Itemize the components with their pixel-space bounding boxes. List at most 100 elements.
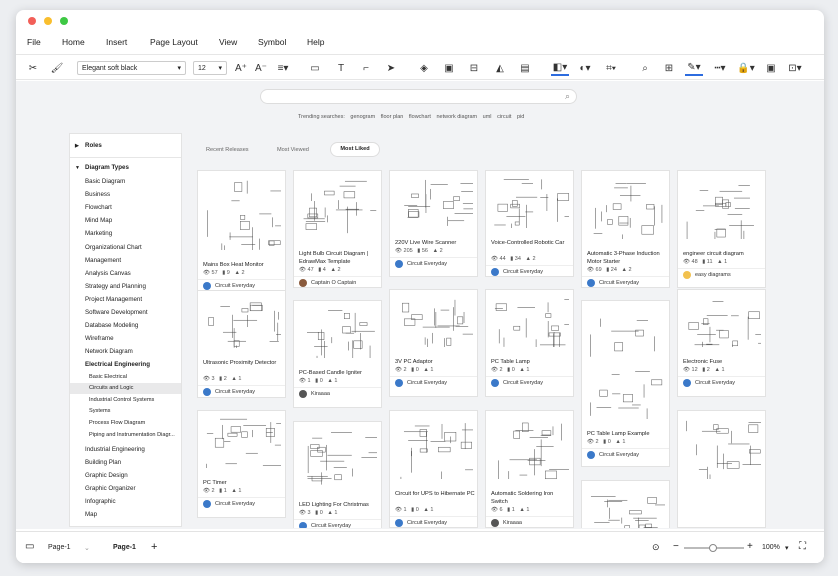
tab-recent-releases[interactable]: Recent Releases — [206, 147, 249, 153]
zoom-level[interactable]: 100% — [762, 544, 780, 551]
sidebar-roles[interactable]: Roles — [85, 142, 102, 149]
chevron-down-icon[interactable]: ⌄ — [84, 544, 90, 552]
template-author[interactable]: Circuit Everyday — [395, 519, 447, 527]
template-card[interactable]: Ultrasonic Proximity Detector 👁 3 ▮ 2 ▲ … — [197, 290, 286, 398]
sidebar-item[interactable]: Database Modeling — [85, 322, 138, 329]
template-card[interactable]: PC Table Lamp 👁 2 ▮ 0 ▲ 1 Circuit Everyda… — [485, 289, 574, 397]
template-card[interactable]: Voice-Controlled Robotic Car 👁 44 ▮ 34 ▲… — [485, 170, 574, 277]
fullscreen-icon[interactable]: ⛶ — [799, 541, 806, 552]
menu-help[interactable]: Help — [307, 37, 324, 47]
template-title[interactable]: 3V PC Adaptor — [395, 358, 475, 366]
template-title[interactable]: PC-Based Candle Igniter — [299, 369, 379, 377]
sidebar-item[interactable]: Industrial Engineering — [85, 446, 145, 453]
page-panel-icon[interactable]: ▭ — [25, 541, 34, 552]
sidebar-item[interactable]: Software Development — [85, 309, 148, 316]
template-author[interactable]: Kiraaaa — [491, 519, 522, 527]
flip-icon[interactable]: ◭ — [493, 60, 507, 76]
trending-link[interactable]: pid — [517, 114, 524, 120]
minimize-window-button[interactable] — [44, 17, 52, 25]
trending-link[interactable]: uml — [483, 114, 492, 120]
template-author[interactable]: Circuit Everyday — [395, 379, 447, 387]
template-author[interactable]: Circuit Everyday — [683, 379, 735, 387]
template-card[interactable]: Automatic Soldering Iron Switch 👁 6 ▮ 1 … — [485, 410, 574, 528]
sidebar-item[interactable]: Strategy and Planning — [85, 283, 146, 290]
sidebar-subitem[interactable]: Industrial Control Systems — [89, 397, 154, 403]
format-painter-icon[interactable]: 🖌 — [50, 60, 64, 76]
more-icon[interactable]: ⊡▾ — [786, 60, 804, 76]
increase-font-icon[interactable]: A⁺ — [234, 60, 248, 76]
sidebar-item[interactable]: Electrical Engineering — [85, 361, 150, 368]
tab-most-liked[interactable]: Most Liked — [330, 142, 380, 157]
trending-link[interactable]: network diagram — [436, 114, 477, 120]
template-title[interactable]: PC Table Lamp — [491, 358, 571, 366]
rectangle-icon[interactable]: ▭ — [308, 60, 322, 76]
types-caret-icon[interactable]: ▼ — [75, 165, 80, 171]
template-card[interactable]: engineer circuit diagram 👁 48 ▮ 11 ▲ 1 ea… — [677, 170, 766, 288]
template-author[interactable]: Circuit Everyday — [491, 379, 543, 387]
fill-color-icon[interactable]: ◧▾ — [551, 60, 569, 76]
template-title[interactable]: PC Timer — [203, 479, 283, 487]
page-select[interactable]: Page-1 — [48, 544, 71, 551]
template-title[interactable]: Automatic 3-Phase Induction Motor Starte… — [587, 250, 667, 266]
sidebar-subitem[interactable]: Systems — [89, 408, 110, 414]
template-author[interactable]: Circuit Everyday — [587, 451, 639, 459]
sidebar-item[interactable]: Organizational Chart — [85, 244, 142, 251]
play-icon[interactable]: ⊙ — [652, 542, 660, 553]
roles-caret-icon[interactable]: ▶ — [75, 143, 79, 149]
sidebar-subitem[interactable]: Piping and Instrumentation Diagr... — [89, 432, 175, 438]
template-author[interactable]: Circuit Everyday — [395, 260, 447, 268]
template-card[interactable]: Electronic Fuse 👁 12 ▮ 2 ▲ 1 Circuit Ever… — [677, 289, 766, 397]
template-card[interactable]: PC Table Lamp Example 👁 2 ▮ 0 ▲ 1 Circuit… — [581, 300, 670, 467]
template-title[interactable]: Light Bulb Circuit Diagram | EdrawMax Te… — [299, 250, 379, 266]
sidebar-item[interactable]: Flowchart — [85, 204, 112, 211]
table-icon[interactable]: ⊞ — [662, 60, 676, 76]
menu-view[interactable]: View — [219, 37, 237, 47]
template-card[interactable]: Circuit for UPS to Hibernate PC 👁 1 ▮ 0 … — [389, 410, 478, 528]
template-title[interactable]: Circuit for UPS to Hibernate PC — [395, 490, 475, 498]
menu-home[interactable]: Home — [62, 37, 85, 47]
sidebar-item[interactable]: Graphic Organizer — [85, 485, 136, 492]
template-card[interactable]: LED Lighting For Christmas 👁 3 ▮ 0 ▲ 1 Ci… — [293, 421, 382, 528]
sidebar-item[interactable]: Business — [85, 191, 110, 198]
menu-file[interactable]: File — [27, 37, 41, 47]
group-icon[interactable]: ▣ — [442, 60, 456, 76]
connector-icon[interactable]: ⌐ — [359, 60, 373, 76]
sidebar-item[interactable]: Infographic — [85, 498, 116, 505]
template-card[interactable]: PC-Based Stepper Motor Controller 👁 2 ▮ … — [581, 480, 670, 528]
template-author[interactable]: Circuit Everyday — [203, 500, 255, 508]
trending-link[interactable]: genogram — [350, 114, 375, 120]
cut-icon[interactable]: ✂ — [26, 60, 40, 76]
text-icon[interactable]: T — [334, 60, 348, 76]
add-page-button[interactable]: + — [151, 541, 157, 553]
template-title[interactable]: Electronic Fuse — [683, 358, 763, 366]
align-icon[interactable]: ≡▾ — [274, 60, 292, 76]
pointer-icon[interactable]: ➤ — [384, 60, 398, 76]
template-title[interactable]: Automatic Soldering Iron Switch — [491, 490, 571, 506]
menu-page-layout[interactable]: Page Layout — [150, 37, 198, 47]
sidebar-item[interactable]: Basic Diagram — [85, 178, 125, 185]
sidebar-item[interactable]: Wireframe — [85, 335, 114, 342]
zoom-slider-handle[interactable] — [709, 544, 717, 552]
sidebar-item[interactable]: Marketing — [85, 230, 112, 237]
template-author[interactable]: Circuit Everyday — [203, 282, 255, 290]
layers-icon[interactable]: ◈ — [417, 60, 431, 76]
template-card[interactable]: 220V Live Wire Scanner 👁 205 ▮ 56 ▲ 2 Cir… — [389, 170, 478, 277]
template-card[interactable] — [677, 410, 766, 528]
sidebar-item[interactable]: Analysis Canvas — [85, 270, 131, 277]
sidebar-item[interactable]: Graphic Design — [85, 472, 128, 479]
template-title[interactable]: Voice-Controlled Robotic Car — [491, 239, 571, 247]
template-card[interactable]: Light Bulb Circuit Diagram | EdrawMax Te… — [293, 170, 382, 288]
zoom-out-button[interactable]: − — [673, 541, 679, 552]
line-style-icon[interactable]: ┅▾ — [711, 60, 729, 76]
font-family-select[interactable]: Elegant soft black ▾ — [77, 61, 186, 75]
chevron-down-icon[interactable]: ▾ — [785, 544, 789, 552]
template-card[interactable]: 3V PC Adaptor 👁 2 ▮ 0 ▲ 1 Circuit Everyda… — [389, 289, 478, 397]
template-title[interactable]: engineer circuit diagram — [683, 250, 763, 258]
distribute-icon[interactable]: ▤ — [518, 60, 532, 76]
sidebar-item[interactable]: Map — [85, 511, 97, 518]
close-window-button[interactable] — [28, 17, 36, 25]
template-author[interactable]: Kiraaaa — [299, 390, 330, 398]
template-card[interactable]: Mains Box Heat Monitor 👁 57 ▮ 9 ▲ 2 Circu… — [197, 170, 286, 298]
template-card[interactable]: Automatic 3-Phase Induction Motor Starte… — [581, 170, 670, 288]
sidebar-diagram-types[interactable]: Diagram Types — [85, 164, 129, 171]
